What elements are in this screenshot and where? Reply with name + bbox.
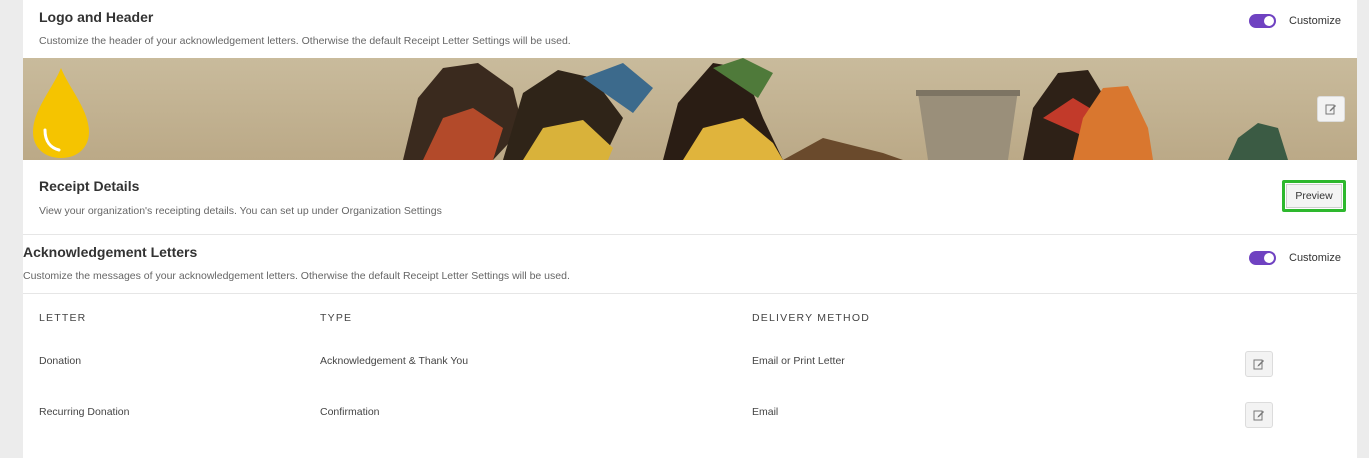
- receipt-details-section: [23, 160, 1357, 234]
- type-cell: Acknowledgement & Thank You: [320, 355, 469, 367]
- logo-header-title: Logo and Header: [39, 9, 154, 25]
- ack-letters-description: Customize the messages of your acknowled…: [23, 270, 570, 282]
- preview-button[interactable]: Preview: [1282, 180, 1346, 212]
- edit-donation-letter-button[interactable]: [1245, 351, 1273, 377]
- logo-header-description: Customize the header of your acknowledge…: [39, 35, 571, 47]
- edit-icon: [1325, 104, 1336, 115]
- ack-letters-customize-toggle[interactable]: [1249, 251, 1276, 265]
- preview-button-label: Preview: [1286, 184, 1342, 208]
- delivery-cell: Email: [752, 406, 779, 418]
- delivery-cell: Email or Print Letter: [752, 355, 845, 367]
- receipt-details-title: Receipt Details: [39, 178, 140, 194]
- type-cell: Confirmation: [320, 406, 380, 418]
- ack-letters-title: Acknowledgement Letters: [23, 244, 198, 260]
- water-drop-icon: [31, 68, 89, 158]
- logo-header-customize-label: Customize: [1289, 15, 1341, 27]
- logo-header-customize-toggle[interactable]: [1249, 14, 1276, 28]
- edit-recurring-letter-button[interactable]: [1245, 402, 1273, 428]
- logo-header-section: [23, 0, 1357, 58]
- ack-letters-section: [23, 235, 1357, 458]
- letter-cell: Recurring Donation: [39, 406, 130, 418]
- column-header-type: TYPE: [320, 312, 353, 324]
- banner-photo: [23, 58, 1357, 160]
- column-header-letter: LETTER: [39, 312, 87, 324]
- table-divider: [23, 293, 1357, 294]
- ack-letters-customize-label: Customize: [1289, 252, 1341, 264]
- edit-icon: [1253, 359, 1264, 370]
- banner-edit-button[interactable]: [1317, 96, 1345, 122]
- edit-icon: [1253, 410, 1264, 421]
- receipt-details-description: View your organization's receipting deta…: [39, 205, 442, 217]
- column-header-delivery: DELIVERY METHOD: [752, 312, 870, 324]
- letter-cell: Donation: [39, 355, 82, 367]
- header-banner-image: [23, 58, 1357, 160]
